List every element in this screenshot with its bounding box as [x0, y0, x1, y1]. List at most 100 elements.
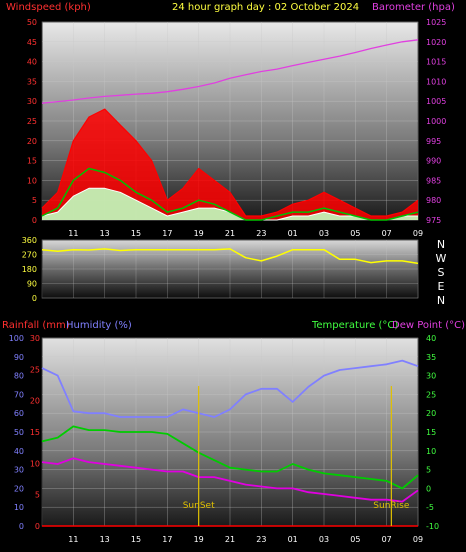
direction-tick-label: 90 [27, 280, 37, 289]
x-tick-label: 09 [413, 229, 423, 238]
humidity-tick-label: 80 [14, 372, 24, 381]
wind-x-ticks: 11 13 15 17 19 21 23 01 03 05 07 09 [68, 229, 423, 238]
x-tick-label: 03 [319, 535, 329, 544]
rain-tick-label: 20 [30, 397, 40, 406]
direction-tick-label: 180 [22, 265, 37, 274]
baro-tick-label: 1010 [426, 77, 446, 86]
x-tick-label: 13 [100, 229, 110, 238]
humidity-tick-label: 40 [14, 447, 24, 456]
x-tick-label: 15 [131, 229, 141, 238]
x-tick-label: 01 [288, 229, 298, 238]
temperature-y-ticks: -10 -5 0 5 10 15 20 25 30 35 40 [426, 334, 439, 531]
x-tick-label: 23 [256, 535, 266, 544]
wind-tick-label: 50 [27, 18, 37, 27]
temperature-tick-label: 15 [426, 428, 436, 437]
temperature-tick-label: 30 [426, 372, 436, 381]
temperature-tick-label: 25 [426, 390, 436, 399]
baro-tick-label: 1015 [426, 58, 446, 67]
humidity-rain-y-ticks: 0 10 20 30 40 50 60 70 80 90 100 0 5 10 15 20 25 30 [9, 334, 40, 531]
humidity-tick-label: 90 [14, 353, 24, 362]
x-tick-label: 21 [225, 229, 235, 238]
rain-tick-label: 25 [30, 365, 40, 374]
baro-tick-label: 1005 [426, 97, 446, 106]
x-tick-label: 03 [319, 229, 329, 238]
wind-tick-label: 25 [27, 117, 37, 126]
humidity-tick-label: 0 [19, 522, 24, 531]
humidity-tick-label: 100 [9, 334, 24, 343]
temperature-tick-label: 35 [426, 353, 436, 362]
temperature-tick-label: -10 [426, 522, 439, 531]
x-tick-label: 07 [382, 535, 392, 544]
dewpoint-axis-title: Dew Point (°C) [392, 320, 465, 331]
x-tick-label: 05 [350, 229, 360, 238]
compass-label: N [437, 294, 445, 307]
wind-axis-title: Windspeed (kph) [6, 2, 91, 13]
compass-label: N [437, 238, 445, 251]
wind-y-ticks: 0 5 10 15 20 25 30 35 40 45 50 [27, 18, 37, 225]
x-tick-label: 09 [413, 535, 423, 544]
x-tick-label: 05 [350, 535, 360, 544]
sun-marker-label: SunSet [183, 501, 215, 511]
humidity-tick-label: 20 [14, 484, 24, 493]
x-tick-label: 13 [100, 535, 110, 544]
baro-tick-label: 995 [426, 137, 441, 146]
humidity-axis-title: Humidity (%) [66, 320, 132, 331]
wind-tick-label: 5 [32, 196, 37, 205]
temperature-tick-label: 20 [426, 409, 436, 418]
direction-tick-label: 0 [32, 294, 37, 303]
temperature-x-ticks: 11 13 15 17 19 21 23 01 03 05 07 09 [68, 535, 423, 544]
baro-tick-label: 1020 [426, 38, 446, 47]
humidity-tick-label: 30 [14, 466, 24, 475]
x-tick-label: 17 [162, 229, 172, 238]
temperature-axis-title: Temperature (°C) [311, 320, 398, 331]
temperature-tick-label: -5 [426, 503, 434, 512]
humidity-tick-label: 50 [14, 428, 24, 437]
rain-tick-label: 0 [35, 522, 40, 531]
temperature-tick-label: 40 [426, 334, 436, 343]
compass-label: E [438, 280, 445, 293]
wind-tick-label: 10 [27, 176, 37, 185]
x-tick-label: 19 [194, 535, 204, 544]
compass-labels: NWSEN [436, 238, 447, 307]
x-tick-label: 21 [225, 535, 235, 544]
rain-tick-label: 30 [30, 334, 40, 343]
rain-tick-label: 10 [30, 459, 40, 468]
compass-label: S [438, 266, 445, 279]
baro-y-ticks: 975 980 985 990 995 1000 1005 1010 1015 1020 1025 [426, 18, 446, 225]
x-tick-label: 07 [382, 229, 392, 238]
temperature-tick-label: 10 [426, 447, 436, 456]
wind-tick-label: 20 [27, 137, 37, 146]
direction-tick-label: 270 [22, 251, 37, 260]
temperature-tick-label: 5 [426, 466, 431, 475]
x-tick-label: 15 [131, 535, 141, 544]
humidity-tick-label: 10 [14, 503, 24, 512]
wind-tick-label: 30 [27, 97, 37, 106]
compass-label: W [436, 252, 447, 265]
wind-tick-label: 45 [27, 38, 37, 47]
x-tick-label: 11 [68, 229, 78, 238]
wind-tick-label: 40 [27, 58, 37, 67]
baro-tick-label: 1025 [426, 18, 446, 27]
x-tick-label: 01 [288, 535, 298, 544]
x-tick-label: 19 [194, 229, 204, 238]
wind-tick-label: 15 [27, 157, 37, 166]
wind-tick-label: 35 [27, 77, 37, 86]
baro-tick-label: 1000 [426, 117, 446, 126]
rain-axis-title: Rainfall (mm) [2, 320, 70, 331]
humidity-tick-label: 60 [14, 409, 24, 418]
rain-tick-label: 5 [35, 491, 40, 500]
baro-tick-label: 975 [426, 216, 441, 225]
wind-tick-label: 0 [32, 216, 37, 225]
sun-marker-label: SunRise [373, 501, 410, 511]
baro-axis-title: Barometer (hpa) [372, 2, 455, 13]
baro-tick-label: 990 [426, 157, 441, 166]
x-tick-label: 11 [68, 535, 78, 544]
chart-title: 24 hour graph day : 02 October 2024 [172, 2, 359, 13]
weather-graphs: Windspeed (kph) 24 hour graph day : 02 O… [2, 2, 465, 544]
x-tick-label: 23 [256, 229, 266, 238]
baro-tick-label: 985 [426, 176, 441, 185]
baro-tick-label: 980 [426, 196, 441, 205]
humidity-tick-label: 70 [14, 390, 24, 399]
temperature-tick-label: 0 [426, 484, 431, 493]
direction-y-ticks: 0 90 180 270 360 [22, 236, 37, 303]
